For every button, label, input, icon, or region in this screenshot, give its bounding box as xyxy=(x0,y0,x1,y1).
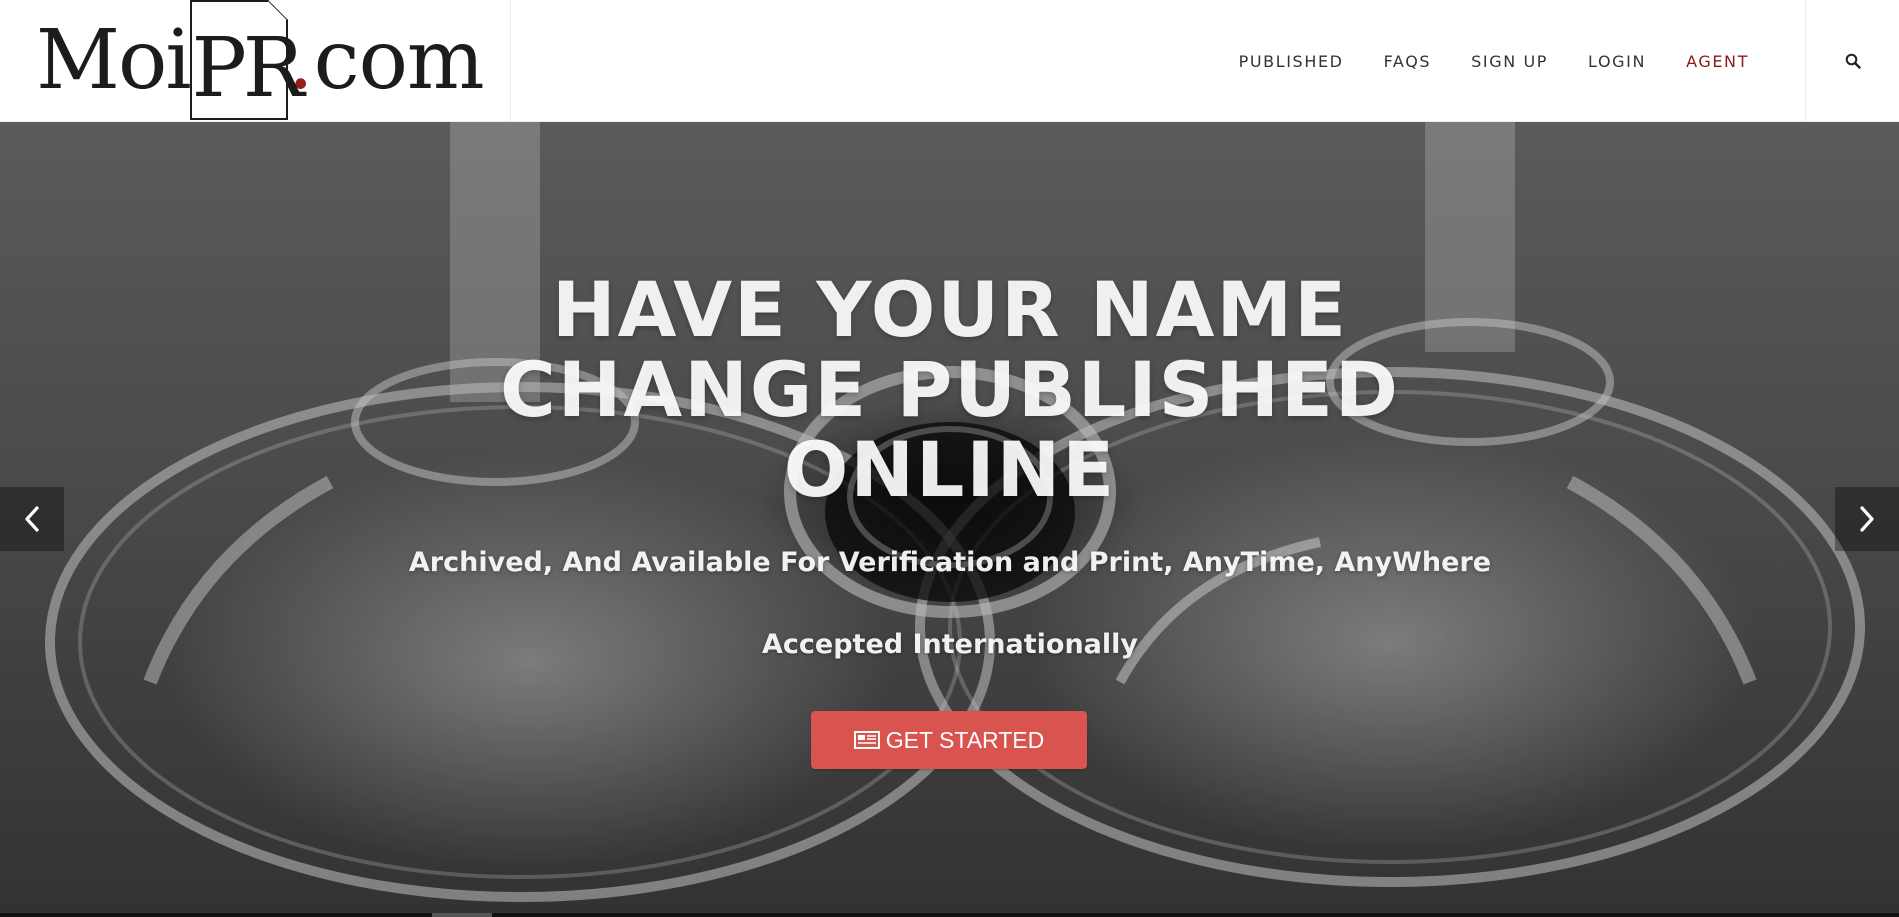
logo-text-com: com xyxy=(313,13,485,108)
chevron-right-icon xyxy=(1860,506,1874,532)
logo-document-icon: PR xyxy=(189,0,305,120)
nav-item-published[interactable]: PUBLISHED xyxy=(1219,52,1364,71)
header-divider xyxy=(510,0,511,122)
hero-slider: HAVE YOUR NAME CHANGE PUBLISHED ONLINE A… xyxy=(0,122,1899,917)
hero-tagline: Accepted Internationally xyxy=(762,629,1138,660)
get-started-label: GET STARTED xyxy=(885,726,1045,753)
site-logo[interactable]: Moi PR . com xyxy=(36,0,485,122)
chevron-left-icon xyxy=(25,506,39,532)
slider-prev-button[interactable] xyxy=(0,487,64,551)
logo-text-moi: Moi xyxy=(36,13,192,108)
search-button[interactable] xyxy=(1806,0,1899,122)
hero-overlay xyxy=(0,122,1899,917)
slider-next-button[interactable] xyxy=(1835,487,1899,551)
nav-item-faqs[interactable]: FAQS xyxy=(1364,52,1452,71)
nav-item-sign-up[interactable]: SIGN UP xyxy=(1451,52,1568,71)
main-nav: PUBLISHED FAQS SIGN UP LOGIN AGENT xyxy=(1219,0,1769,122)
newspaper-icon xyxy=(853,731,880,749)
search-icon xyxy=(1845,53,1861,69)
slider-progress-segment xyxy=(432,913,492,917)
get-started-button[interactable]: GET STARTED xyxy=(811,711,1087,769)
hero-title: HAVE YOUR NAME CHANGE PUBLISHED ONLINE xyxy=(500,265,1400,514)
slider-progress-bar xyxy=(0,913,1899,917)
nav-item-agent[interactable]: AGENT xyxy=(1666,52,1769,71)
nav-item-login[interactable]: LOGIN xyxy=(1568,52,1666,71)
logo-text-pr: PR xyxy=(191,21,305,116)
site-header: Moi PR . com PUBLISHED FAQS SIGN UP LOGI… xyxy=(0,0,1899,122)
hero-subtitle: Archived, And Available For Verification… xyxy=(408,547,1492,578)
